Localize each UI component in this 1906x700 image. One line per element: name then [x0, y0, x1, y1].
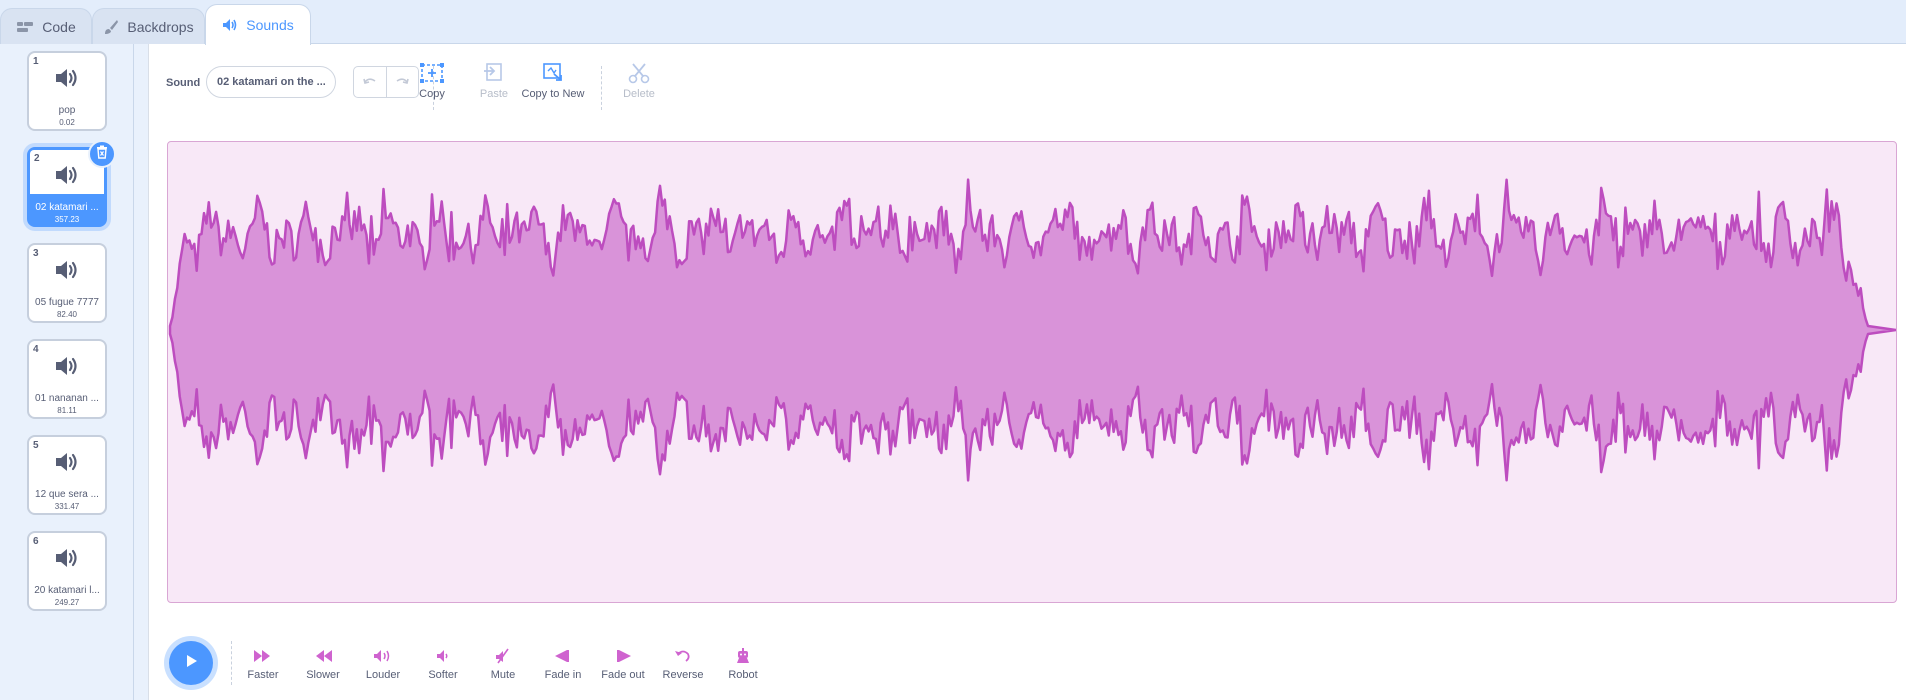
fade-out-button[interactable]: Fade out [595, 648, 651, 681]
sound-item-name: 02 katamari ... [35, 202, 99, 213]
delete-sound-button[interactable] [88, 140, 116, 168]
mute-button[interactable]: Mute [475, 648, 531, 681]
reverse-icon [655, 648, 711, 664]
sound-item-name: 05 fugue 7777 [35, 297, 99, 308]
paste-label: Paste [479, 88, 509, 100]
slower-label: Slower [306, 669, 340, 681]
sound-item-duration: 357.23 [54, 215, 80, 224]
robot-button[interactable]: Robot [715, 648, 771, 681]
volume-up-icon [355, 648, 411, 664]
fade-out-icon [595, 648, 651, 664]
play-icon [183, 653, 199, 674]
copy-to-new-label: Copy to New [521, 88, 585, 100]
sound-item-duration: 331.47 [54, 502, 80, 511]
sound-item-5[interactable]: 5 12 que sera ... 331.47 [27, 435, 107, 515]
sound-item-duration: 0.02 [59, 118, 75, 127]
softer-label: Softer [428, 669, 458, 681]
tab-backdrops[interactable]: Backdrops [92, 8, 205, 44]
sound-item-number: 6 [33, 536, 39, 547]
sound-list: 1 pop 0.02 2 02 katamari ... 357.23 3 05… [0, 44, 134, 700]
faster-button[interactable]: Faster [235, 648, 291, 681]
sound-item-name: 12 que sera ... [35, 489, 99, 500]
toolbar-divider [601, 66, 602, 110]
tab-sounds[interactable]: Sounds [205, 4, 311, 45]
robot-icon [715, 648, 771, 664]
fade-out-label: Fade out [601, 669, 645, 681]
tab-code[interactable]: Code [0, 8, 92, 44]
delete-label: Delete [623, 88, 655, 100]
sound-item-number: 5 [33, 440, 39, 451]
louder-label: Louder [365, 669, 401, 681]
scissors-icon [604, 62, 674, 84]
sound-item-name: 20 katamari l... [34, 585, 100, 596]
robot-label: Robot [728, 669, 758, 681]
sound-item-name: 01 nananan ... [35, 393, 99, 404]
softer-button[interactable]: Softer [415, 648, 471, 681]
paintbrush-icon [103, 19, 119, 35]
speaker-icon [54, 547, 80, 574]
mute-label: Mute [490, 669, 516, 681]
fast-forward-icon [235, 648, 291, 664]
copy-to-new-icon [514, 62, 592, 84]
copy-button[interactable]: Copy [397, 62, 467, 100]
waveform-graphic [168, 178, 1896, 482]
sound-item-duration: 249.27 [54, 598, 80, 607]
sound-name-input[interactable] [206, 66, 336, 98]
speaker-icon [222, 18, 238, 32]
sound-item-number: 2 [34, 153, 40, 164]
copy-to-new-button[interactable]: Copy to New [514, 62, 592, 100]
sound-item-duration: 82.40 [56, 310, 78, 319]
copy-icon [397, 62, 467, 84]
code-icon [16, 20, 34, 34]
sound-name-label: Sound [166, 77, 201, 89]
undo-button[interactable] [354, 67, 386, 97]
sound-item-number: 4 [33, 344, 39, 355]
sound-item-3[interactable]: 3 05 fugue 7777 82.40 [27, 243, 107, 323]
waveform-canvas[interactable] [167, 141, 1897, 603]
sound-item-number: 1 [33, 56, 39, 67]
speaker-icon [54, 164, 80, 191]
delete-button[interactable]: Delete [604, 62, 674, 100]
speaker-icon [54, 259, 80, 286]
fade-in-button[interactable]: Fade in [535, 648, 591, 681]
tab-backdrops-label: Backdrops [127, 18, 194, 35]
fade-in-icon [535, 648, 591, 664]
sound-editor: Sound Copy Paste Copy to New [148, 44, 1906, 700]
reverse-label: Reverse [662, 669, 704, 681]
sound-item-1[interactable]: 1 pop 0.02 [27, 51, 107, 131]
copy-label: Copy [419, 88, 445, 100]
louder-button[interactable]: Louder [355, 648, 411, 681]
rewind-icon [295, 648, 351, 664]
slower-button[interactable]: Slower [295, 648, 351, 681]
undo-icon [362, 73, 377, 91]
fade-in-label: Fade in [544, 669, 582, 681]
sound-item-name: pop [58, 105, 76, 116]
speaker-icon [54, 67, 80, 94]
waveform-shape [168, 178, 1896, 482]
speaker-icon [54, 451, 80, 478]
play-button[interactable] [169, 641, 213, 685]
reverse-button[interactable]: Reverse [655, 648, 711, 681]
speaker-icon [54, 355, 80, 382]
tab-code-label: Code [42, 18, 76, 35]
sound-item-number: 3 [33, 248, 39, 259]
volume-down-icon [415, 648, 471, 664]
sound-item-duration: 81.11 [57, 406, 77, 415]
trash-icon [96, 145, 108, 164]
tab-sounds-label: Sounds [246, 17, 294, 33]
sound-item-6[interactable]: 6 20 katamari l... 249.27 [27, 531, 107, 611]
sound-item-4[interactable]: 4 01 nananan ... 81.11 [27, 339, 107, 419]
editor-tab-bar: Code Backdrops Sounds [0, 0, 1906, 45]
faster-label: Faster [247, 669, 279, 681]
effects-divider [231, 641, 232, 685]
sound-item-2[interactable]: 2 02 katamari ... 357.23 [27, 140, 116, 227]
mute-icon [475, 648, 531, 664]
